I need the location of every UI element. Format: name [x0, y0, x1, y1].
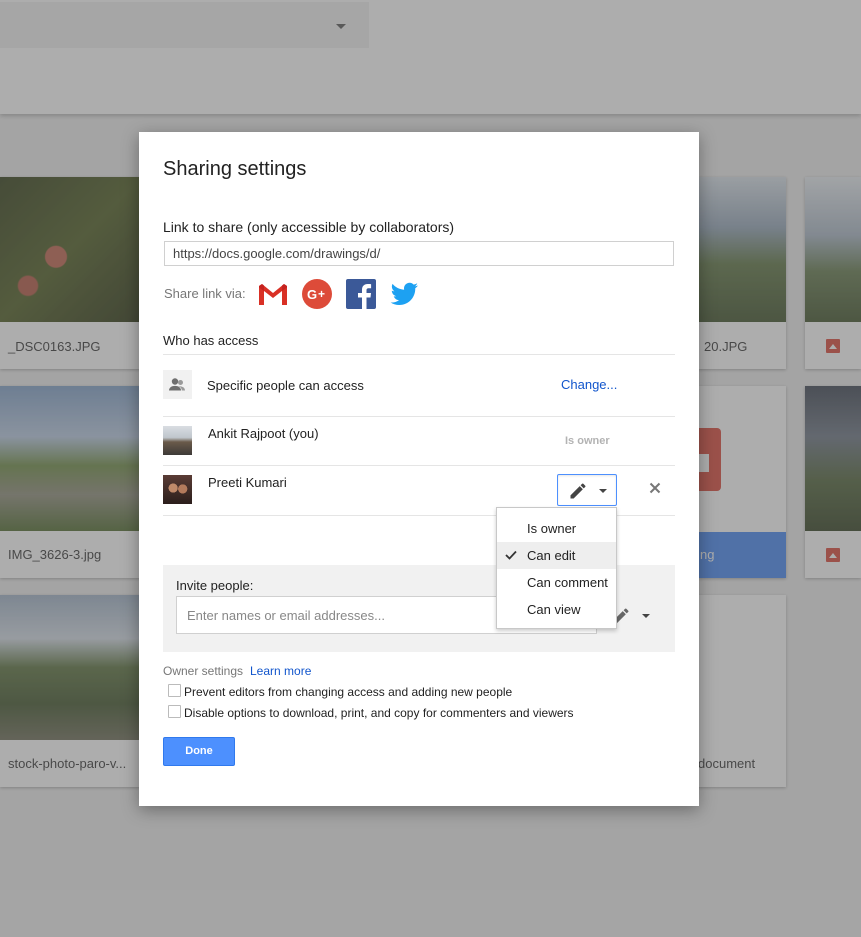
close-icon[interactable]: [648, 481, 662, 495]
menu-item-is-owner[interactable]: Is owner: [497, 515, 616, 542]
access-level-text: Specific people can access: [207, 378, 364, 393]
collaborator-name: Ankit Rajpoot (you): [208, 426, 319, 441]
dialog-title: Sharing settings: [163, 158, 307, 180]
disable-download-checkbox[interactable]: [168, 705, 181, 718]
divider: [163, 416, 675, 417]
divider: [163, 354, 675, 355]
svg-text:G: G: [307, 287, 317, 302]
done-button[interactable]: Done: [163, 737, 235, 766]
menu-item-label: Is owner: [527, 521, 577, 536]
prevent-editors-checkbox[interactable]: [168, 684, 181, 697]
menu-item-label: Can view: [527, 602, 581, 617]
permission-dropdown-button[interactable]: [557, 474, 617, 506]
prevent-editors-label[interactable]: Prevent editors from changing access and…: [184, 685, 512, 699]
chevron-down-icon: [642, 614, 650, 618]
link-label: Link to share (only accessible by collab…: [163, 219, 455, 235]
sharing-settings-dialog: Sharing settings Link to share (only acc…: [139, 132, 699, 806]
disable-download-label[interactable]: Disable options to download, print, and …: [184, 706, 574, 720]
menu-item-label: Can edit: [527, 548, 576, 563]
divider: [163, 465, 675, 466]
owner-role-label: Is owner: [565, 435, 610, 447]
google-plus-icon[interactable]: G +: [301, 278, 333, 310]
twitter-icon[interactable]: [388, 278, 420, 310]
svg-text:+: +: [318, 287, 325, 301]
learn-more-link[interactable]: Learn more: [250, 664, 311, 678]
gmail-icon[interactable]: [257, 278, 289, 310]
owner-settings-label: Owner settings: [163, 664, 244, 678]
invite-label: Invite people:: [176, 578, 254, 593]
avatar: [163, 426, 192, 455]
avatar: [163, 475, 192, 504]
people-icon: [163, 370, 192, 399]
share-link-field[interactable]: [164, 241, 674, 266]
facebook-icon[interactable]: [345, 278, 377, 310]
permission-menu: Is owner Can edit Can comment Can view: [496, 507, 617, 629]
share-via-label: Share link via:: [164, 286, 246, 301]
menu-item-can-view[interactable]: Can view: [497, 596, 616, 623]
change-access-link[interactable]: Change...: [561, 377, 617, 392]
chevron-down-icon: [599, 489, 607, 493]
who-has-access-label: Who has access: [163, 333, 259, 348]
menu-item-can-edit[interactable]: Can edit: [497, 542, 616, 569]
pencil-icon: [570, 483, 586, 499]
checkmark-icon: [505, 550, 517, 560]
collaborator-name: Preeti Kumari: [208, 475, 287, 490]
menu-item-can-comment[interactable]: Can comment: [497, 569, 616, 596]
menu-item-label: Can comment: [527, 575, 608, 590]
